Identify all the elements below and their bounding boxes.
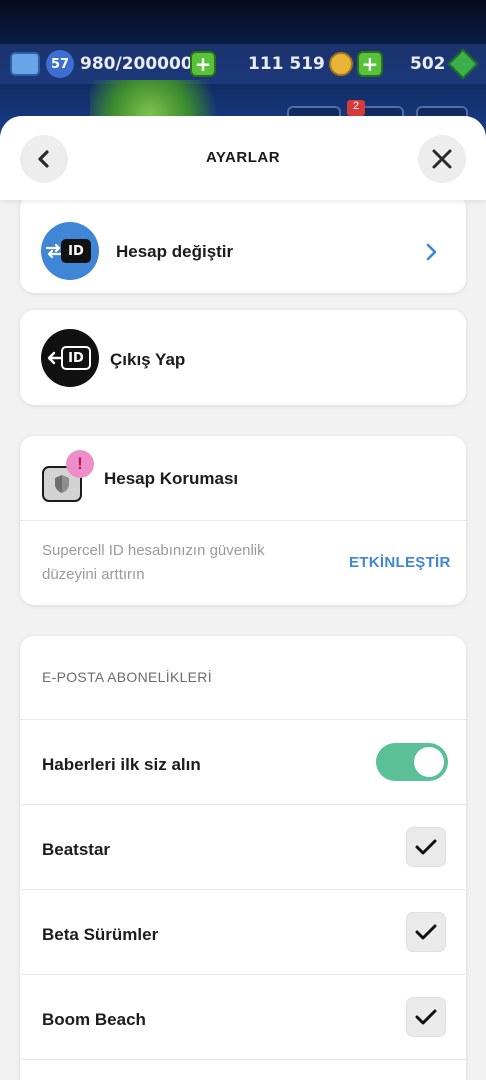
beatstar-checkbox[interactable] [406, 827, 446, 867]
hud-coins-value: 111 519 [248, 54, 325, 74]
beta-checkbox[interactable] [406, 912, 446, 952]
protection-description: Supercell ID hesabınızın güvenlik düzeyi… [42, 542, 265, 583]
checkmark-icon [415, 1009, 437, 1025]
id-badge: ID [61, 346, 91, 370]
switch-account-icon: ID [41, 222, 99, 280]
coin-icon [328, 52, 353, 76]
logout-card[interactable]: ID Çıkış Yap [20, 310, 466, 405]
switch-account-card[interactable]: ID Hesap değiştir [20, 194, 466, 293]
notification-badge: 2 [347, 100, 365, 116]
hud-coins: 111 519 + [248, 50, 383, 78]
close-icon [432, 149, 452, 169]
news-toggle[interactable] [376, 743, 448, 781]
divider [20, 520, 466, 521]
subscription-label: Haberleri ilk siz alın [42, 755, 201, 774]
sheet-header: AYARLAR [0, 116, 486, 200]
subscription-label: Beatstar [42, 840, 111, 859]
logout-label: Çıkış Yap [110, 350, 186, 369]
enable-protection-button[interactable]: ETKİNLEŞTİR [349, 554, 451, 571]
logout-icon: ID [41, 329, 99, 387]
gem-icon [446, 48, 479, 80]
warning-icon: ! [66, 450, 94, 478]
divider [20, 719, 466, 720]
subscription-label: Beta Sürümler [42, 925, 159, 944]
level-badge: 57 [46, 50, 74, 78]
chest-icon [10, 52, 40, 76]
hud-gems-value: 502 [410, 54, 446, 74]
hud-xp-plus: + [190, 50, 216, 78]
settings-sheet: AYARLAR ID Hesap değiştir ID Çıkış Yap !… [0, 116, 486, 1080]
chevron-right-icon [426, 243, 437, 261]
checkmark-icon [415, 924, 437, 940]
divider [20, 804, 466, 805]
email-subscriptions-card: E-POSTA ABONELİKLERİ Haberleri ilk siz a… [20, 636, 466, 1080]
divider [20, 889, 466, 890]
section-title: E-POSTA ABONELİKLERİ [42, 669, 212, 685]
hud-level: 57 980/200000 [10, 50, 193, 78]
account-protection-card: ! Hesap Koruması Supercell ID hesabınızı… [20, 436, 466, 605]
divider [20, 974, 466, 975]
checkmark-icon [415, 839, 437, 855]
toggle-knob [414, 747, 444, 777]
hud-xp: 980/200000 [80, 54, 193, 74]
divider [20, 1059, 466, 1060]
plus-icon: + [356, 51, 383, 77]
subscription-label: Boom Beach [42, 1010, 146, 1029]
id-badge: ID [61, 239, 91, 263]
hud-gems: 502 [410, 48, 479, 80]
shield-glyph [55, 475, 69, 493]
protection-title: Hesap Koruması [104, 469, 239, 488]
close-button[interactable] [418, 135, 466, 183]
page-title: AYARLAR [205, 149, 281, 166]
plus-icon: + [190, 51, 216, 77]
boom-beach-checkbox[interactable] [406, 997, 446, 1037]
switch-account-label: Hesap değiştir [116, 242, 234, 261]
